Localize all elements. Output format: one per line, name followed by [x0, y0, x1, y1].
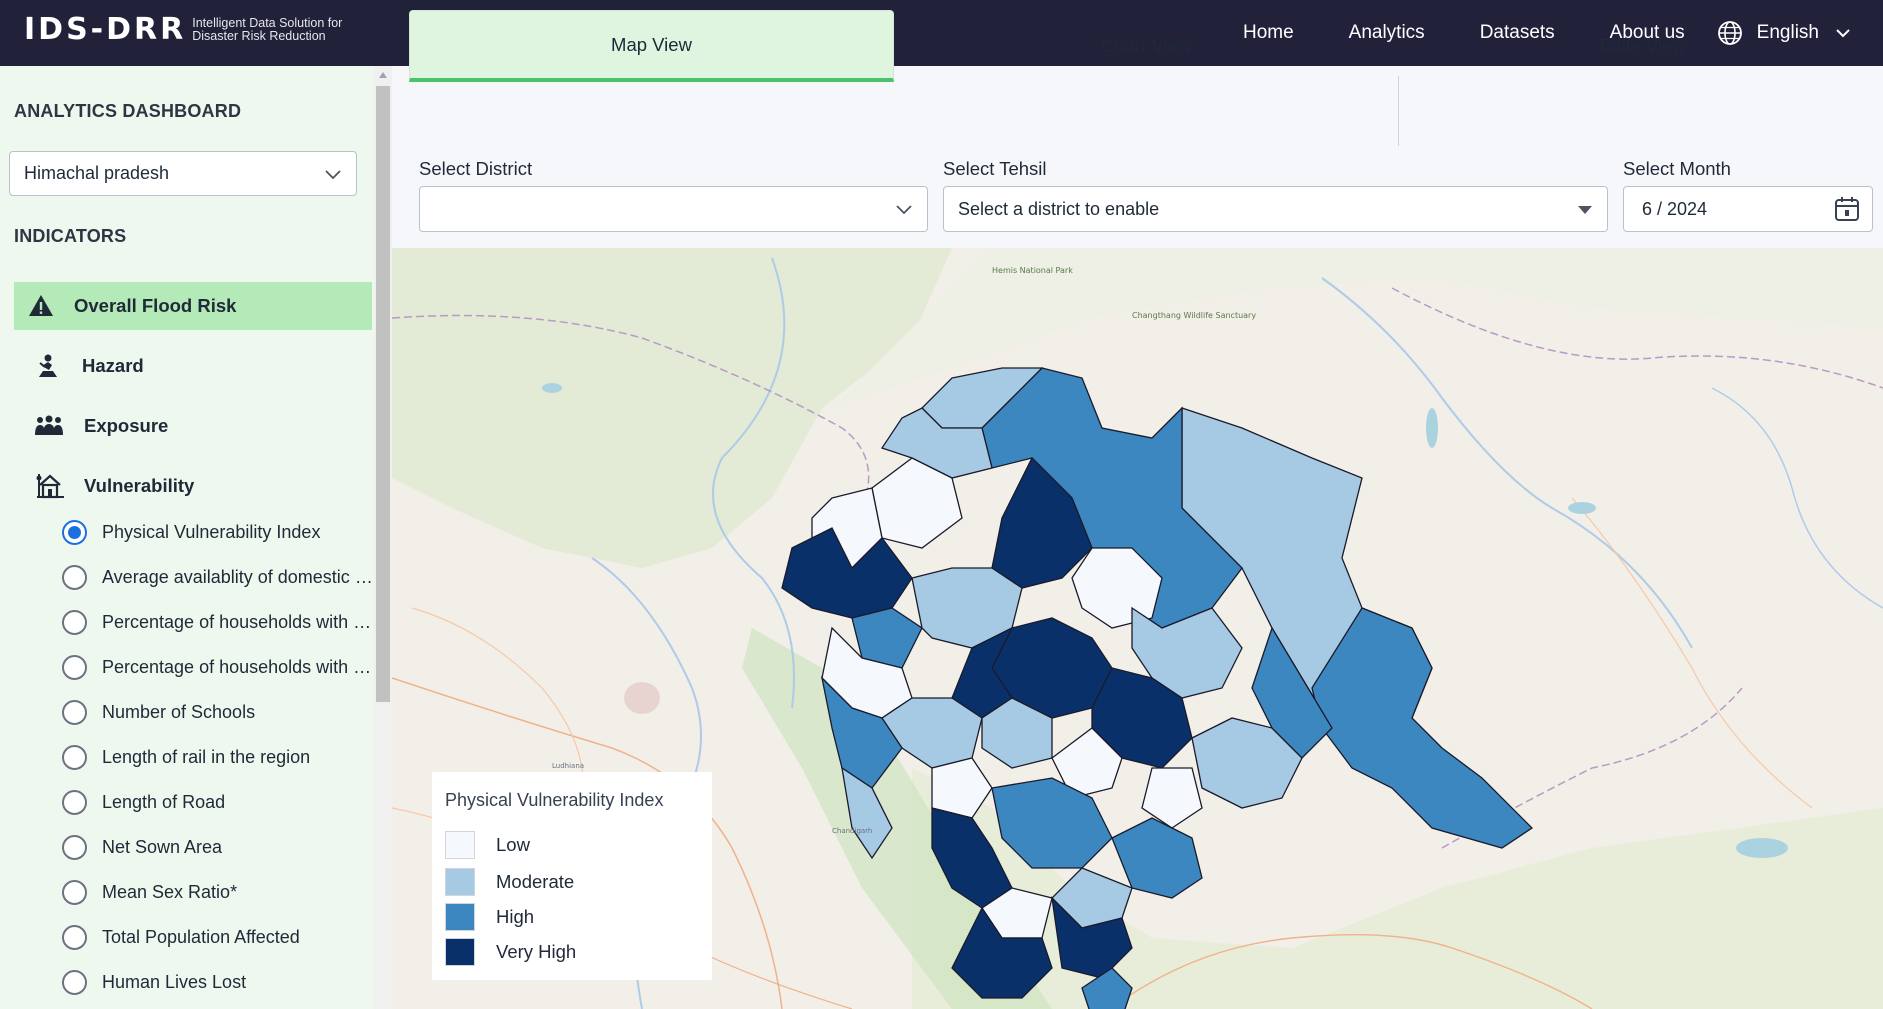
sub-indicator-label: Human Lives Lost — [102, 971, 247, 992]
legend-swatch — [445, 903, 475, 931]
legend-title: Physical Vulnerability Index — [445, 790, 664, 810]
sub-indicator-option[interactable]: Number of Schools — [62, 695, 374, 729]
sub-indicator-label: Total Population Affected — [102, 926, 300, 947]
tab-divider — [1398, 76, 1399, 146]
sub-indicator-label: Net Sown Area — [102, 836, 223, 857]
chevron-down-icon — [896, 205, 912, 215]
svg-text:Chandigarh: Chandigarh — [832, 827, 872, 835]
people-group-icon — [35, 415, 63, 435]
tab-chart-view[interactable]: Chart View — [894, 10, 1398, 82]
sub-indicator-label: Mean Sex Ratio* — [102, 881, 238, 902]
legend-item-high: High — [445, 902, 534, 932]
indicator-hazard[interactable]: Hazard — [14, 342, 372, 390]
tehsil-select-value: Select a district to enable — [958, 198, 1160, 219]
radio-unselected[interactable] — [62, 744, 87, 770]
state-select-value: Himachal pradesh — [24, 163, 170, 183]
tab-label: Chart View — [1100, 35, 1192, 56]
radio-unselected[interactable] — [62, 654, 87, 680]
map-legend: Physical Vulnerability Index Low Moderat… — [432, 772, 712, 980]
legend-label: Moderate — [496, 871, 575, 892]
dashboard-title: ANALYTICS DASHBOARD — [14, 101, 242, 121]
indicator-label: Vulnerability — [84, 475, 195, 496]
month-picker-value: 6 / 2024 — [1642, 198, 1708, 219]
sub-indicator-option[interactable]: Percentage of households with kutcha roo… — [62, 650, 374, 684]
sub-indicator-option[interactable]: Length of rail in the region — [62, 740, 374, 774]
sub-indicator-option[interactable]: Net Sown Area — [62, 830, 374, 864]
radio-unselected[interactable] — [62, 564, 87, 590]
legend-swatch — [445, 868, 475, 896]
sub-indicator-option[interactable]: Total Population Affected — [62, 920, 374, 954]
svg-text:Ludhiana: Ludhiana — [552, 762, 584, 770]
sub-indicator-option[interactable]: Length of Road — [62, 785, 374, 819]
sub-indicator-label: Length of rail in the region — [102, 746, 311, 767]
month-picker[interactable]: 6 / 2024 — [1623, 186, 1873, 232]
legend-item-very-high: Very High — [445, 937, 576, 967]
tehsil-select[interactable]: Select a district to enable — [943, 186, 1608, 232]
radio-unselected[interactable] — [62, 699, 87, 725]
logo-mark: IDS-DRR — [24, 12, 187, 47]
sub-indicator-label: Length of Road — [102, 791, 226, 812]
sub-indicator-label: Average availablity of domestic water — [102, 566, 374, 587]
district-select[interactable] — [419, 186, 928, 232]
indicator-vulnerability[interactable]: Vulnerability — [14, 462, 372, 510]
indicator-label: Hazard — [82, 355, 144, 376]
indicator-label: Exposure — [84, 415, 169, 436]
radio-unselected[interactable] — [62, 879, 87, 905]
sub-indicator-label: Percentage of households with kutcha wal… — [102, 611, 374, 632]
legend-label: High — [496, 906, 535, 927]
hazard-person-icon — [39, 354, 57, 377]
tab-table-view[interactable]: Table View — [1399, 10, 1883, 82]
state-select[interactable]: Himachal pradesh — [9, 151, 357, 196]
chevron-down-icon — [325, 170, 341, 180]
scroll-up-arrow[interactable] — [379, 72, 387, 78]
sub-indicator-option[interactable]: Physical Vulnerability Index — [62, 515, 374, 549]
svg-text:Changthang Wildlife Sanctuary: Changthang Wildlife Sanctuary — [1132, 311, 1256, 320]
tab-label: Table View — [1596, 35, 1686, 56]
sub-indicator-label: Number of Schools — [102, 701, 256, 722]
legend-swatch — [445, 938, 475, 966]
indicator-overall-flood-risk[interactable]: Overall Flood Risk — [14, 282, 372, 330]
indicator-exposure[interactable]: Exposure — [14, 402, 372, 450]
legend-swatch — [445, 831, 475, 859]
sub-indicator-option[interactable]: Human Lives Lost — [62, 965, 374, 999]
calendar-icon[interactable] — [1834, 196, 1860, 222]
indicator-label: Overall Flood Risk — [74, 295, 237, 316]
radio-unselected[interactable] — [62, 834, 87, 860]
legend-item-moderate: Moderate — [445, 867, 574, 897]
sub-indicator-label: Physical Vulnerability Index — [102, 521, 321, 542]
radio-selected[interactable] — [62, 519, 87, 545]
radio-unselected[interactable] — [62, 609, 87, 635]
sub-indicator-option[interactable]: Mean Sex Ratio* — [62, 875, 374, 909]
logo-tagline: Intelligent Data Solution for Disaster R… — [192, 15, 343, 43]
indicators-title: INDICATORS — [14, 226, 127, 246]
house-tree-icon — [36, 474, 64, 499]
radio-unselected[interactable] — [62, 789, 87, 815]
legend-item-low: Low — [445, 830, 530, 860]
svg-text:Hemis National Park: Hemis National Park — [992, 266, 1073, 275]
tab-map-view[interactable]: Map View — [409, 10, 894, 82]
radio-unselected[interactable] — [62, 924, 87, 950]
sub-indicator-option[interactable]: Percentage of households with kutcha wal… — [62, 605, 374, 639]
sidebar-scroll-thumb[interactable] — [376, 86, 390, 702]
warning-icon — [29, 295, 53, 316]
legend-label: Very High — [496, 941, 577, 962]
caret-down-icon — [1578, 206, 1592, 214]
month-label: Select Month — [1623, 158, 1731, 179]
sub-indicator-option[interactable]: Average availablity of domestic water — [62, 560, 374, 594]
district-label: Select District — [419, 158, 533, 179]
tehsil-label: Select Tehsil — [943, 158, 1047, 179]
site-logo[interactable]: IDS-DRR Intelligent Data Solution for Di… — [24, 12, 362, 47]
radio-unselected[interactable] — [62, 969, 87, 995]
legend-label: Low — [496, 834, 530, 855]
tab-label: Map View — [611, 33, 692, 55]
sub-indicator-label: Percentage of households with kutcha roo… — [102, 656, 374, 677]
